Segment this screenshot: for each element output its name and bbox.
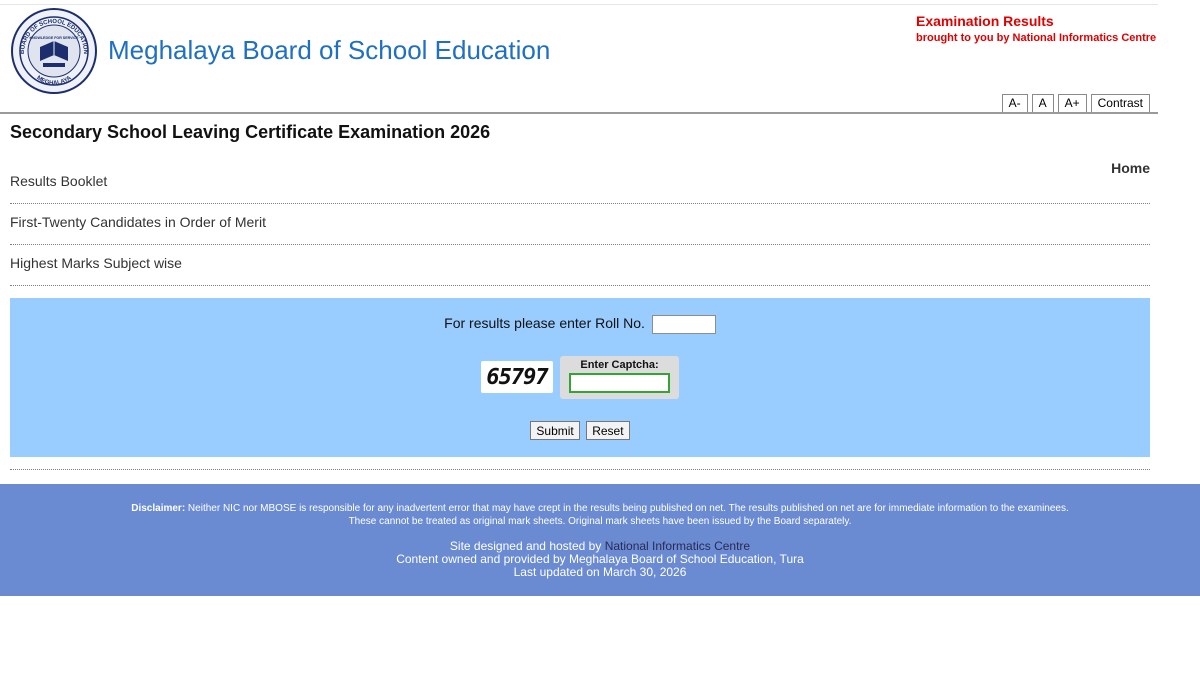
captcha-label: Enter Captcha: — [580, 359, 659, 371]
content-owner-text: Content owned and provided by Meghalaya … — [396, 552, 804, 566]
content-divider — [10, 469, 1150, 470]
form-actions: Submit Reset — [10, 421, 1150, 440]
roll-number-input[interactable] — [651, 315, 716, 334]
board-emblem-logo: BOARD OF SCHOOL EDUCATION KNOWLEDGE FOR … — [10, 7, 98, 99]
disclaimer-line-2: These cannot be treated as original mark… — [348, 516, 852, 527]
last-updated-text: Last updated on March 30, 2026 — [513, 565, 687, 579]
increase-font-button[interactable]: A+ — [1057, 94, 1087, 113]
accessibility-toolbar: A- A A+ Contrast — [1001, 94, 1150, 113]
emblem-motto: KNOWLEDGE FOR SERVICE — [29, 36, 79, 40]
page-title: Secondary School Leaving Certificate Exa… — [10, 122, 491, 142]
nav-highest-marks-subject[interactable]: Highest Marks Subject wise — [10, 245, 1150, 286]
contrast-button[interactable]: Contrast — [1090, 94, 1150, 113]
normal-font-button[interactable]: A — [1031, 94, 1054, 113]
nav-first-twenty-merit[interactable]: First-Twenty Candidates in Order of Meri… — [10, 204, 1150, 245]
decrease-font-button[interactable]: A- — [1001, 94, 1028, 113]
board-title: Meghalaya Board of School Education — [108, 35, 551, 65]
header-divider — [0, 112, 1158, 114]
submit-button[interactable]: Submit — [530, 421, 580, 440]
footer-credits: Site designed and hosted by National Inf… — [0, 540, 1200, 579]
captcha-entry-panel: Enter Captcha: — [560, 356, 679, 399]
site-header: BOARD OF SCHOOL EDUCATION KNOWLEDGE FOR … — [0, 5, 1158, 113]
site-footer: Disclaimer: Neither NIC nor MBOSE is res… — [0, 484, 1200, 596]
nav-results-booklet[interactable]: Results Booklet — [10, 163, 1150, 204]
nic-credit-line: brought to you by National Informatics C… — [916, 32, 1157, 44]
disclaimer-line-1: Neither NIC nor MBOSE is responsible for… — [185, 503, 1069, 514]
roll-number-row: For results please enter Roll No. — [10, 315, 1150, 334]
disclaimer-label: Disclaimer: — [131, 503, 186, 514]
captcha-image: 65797 — [481, 361, 553, 393]
exam-results-heading: Examination Results — [916, 13, 1054, 29]
disclaimer-text: Disclaimer: Neither NIC nor MBOSE is res… — [40, 502, 1160, 528]
results-nav-list: Results Booklet First-Twenty Candidates … — [10, 163, 1150, 286]
roll-number-label: For results please enter Roll No. — [444, 315, 645, 332]
result-form-panel: For results please enter Roll No. 65797 … — [10, 298, 1150, 457]
hosted-by-text: Site designed and hosted by — [449, 539, 605, 553]
reset-button[interactable]: Reset — [586, 421, 630, 440]
nic-footer-link[interactable]: National Informatics Centre — [605, 539, 750, 553]
captcha-input[interactable] — [569, 373, 670, 393]
